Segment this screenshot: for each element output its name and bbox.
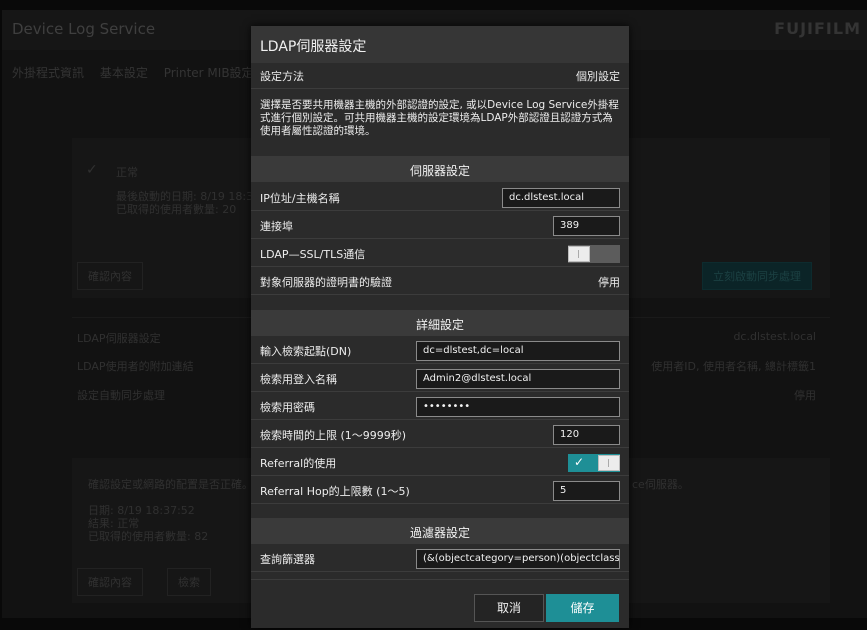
login-input[interactable]: Admin2@dlstest.local <box>416 369 620 389</box>
ip-input[interactable]: dc.dlstest.local <box>502 188 620 208</box>
filter-row: 查詢篩選器 (&(objectcategory=person)(objectcl… <box>251 546 629 572</box>
cancel-button[interactable]: 取消 <box>474 594 544 622</box>
hop-label: Referral Hop的上限數 (1〜5) <box>260 484 410 498</box>
referral-label: Referral的使用 <box>260 456 337 470</box>
dn-row: 輸入檢索起點(DN) dc=dlstest,dc=local <box>251 338 629 364</box>
cert-row: 對象伺服器的證明書的驗證 停用 <box>251 269 629 295</box>
setting-method-row: 設定方法 個別設定 <box>251 63 629 89</box>
cert-label: 對象伺服器的證明書的驗證 <box>260 275 392 289</box>
timeout-label: 檢索時間的上限 (1〜9999秒) <box>260 428 407 442</box>
detail-section-header: 詳細設定 <box>251 310 629 336</box>
ssl-toggle[interactable] <box>568 245 620 263</box>
filter-input[interactable]: (&(objectcategory=person)(objectclass=us… <box>416 549 620 569</box>
setting-method-value[interactable]: 個別設定 <box>576 68 620 84</box>
port-row: 連接埠 389 <box>251 213 629 239</box>
ip-label: IP位址/主機名稱 <box>260 191 340 205</box>
check-icon: ✓ <box>574 455 585 469</box>
ssl-label: LDAP—SSL/TLS通信 <box>260 247 366 261</box>
ldap-settings-dialog: LDAP伺服器設定 設定方法 個別設定 選擇是否要共用機器主機的外部認證的設定,… <box>251 26 629 628</box>
password-row: 檢索用密碼 •••••••• <box>251 394 629 420</box>
dn-input[interactable]: dc=dlstest,dc=local <box>416 341 620 361</box>
dialog-title: LDAP伺服器設定 <box>251 26 629 63</box>
password-label: 檢索用密碼 <box>260 400 315 414</box>
port-input[interactable]: 389 <box>553 216 620 236</box>
server-section-header: 伺服器設定 <box>251 156 629 182</box>
setting-method-label: 設定方法 <box>260 69 304 83</box>
filter-label: 查詢篩選器 <box>260 552 315 566</box>
hop-input[interactable]: 5 <box>553 481 620 501</box>
ssl-toggle-knob <box>568 246 590 262</box>
hop-row: Referral Hop的上限數 (1〜5) 5 <box>251 478 629 504</box>
timeout-input[interactable]: 120 <box>553 425 620 445</box>
dialog-description: 選擇是否要共用機器主機的外部認證的設定, 或以Device Log Servic… <box>260 99 619 137</box>
timeout-row: 檢索時間的上限 (1〜9999秒) 120 <box>251 422 629 448</box>
ssl-row: LDAP—SSL/TLS通信 <box>251 241 629 267</box>
login-row: 檢索用登入名稱 Admin2@dlstest.local <box>251 366 629 392</box>
save-button[interactable]: 儲存 <box>546 594 619 622</box>
dn-label: 輸入檢索起點(DN) <box>260 344 352 358</box>
login-label: 檢索用登入名稱 <box>260 372 337 386</box>
referral-toggle-knob <box>598 455 620 471</box>
filter-section-header: 過濾器設定 <box>251 518 629 544</box>
cert-value: 停用 <box>598 275 620 289</box>
ip-row: IP位址/主機名稱 dc.dlstest.local <box>251 185 629 211</box>
referral-toggle[interactable]: ✓ <box>568 454 620 472</box>
port-label: 連接埠 <box>260 219 293 233</box>
password-input[interactable]: •••••••• <box>416 397 620 417</box>
dialog-footer: 取消 儲存 <box>251 579 629 628</box>
referral-row: Referral的使用 ✓ <box>251 450 629 476</box>
